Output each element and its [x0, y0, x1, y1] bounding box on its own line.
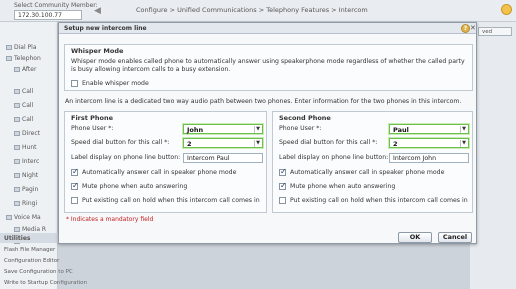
tree-item[interactable]: Voice Ma: [6, 214, 41, 221]
utility-configuration-editor[interactable]: Configuration Editor: [4, 258, 59, 264]
first-phone-speed-label: Speed dial button for this call *:: [71, 139, 170, 146]
tree-folder-icon: [14, 201, 20, 206]
dropdown-arrow-icon: ▼: [460, 140, 467, 147]
tree-item[interactable]: Call: [14, 88, 33, 95]
second-phone-auto-answer-label: Automatically answer call in speaker pho…: [290, 169, 445, 176]
background-status-pill: ved: [478, 27, 512, 36]
tree-folder-icon: [6, 215, 12, 220]
second-phone-speed-label: Speed dial button for this call *:: [279, 139, 378, 146]
first-phone-mute-label: Mute phone when auto answering: [82, 183, 188, 190]
first-phone-display-input[interactable]: Intercom Paul: [183, 153, 263, 163]
second-phone-mute-checkbox[interactable]: [279, 181, 287, 190]
first-phone-speed-select[interactable]: 2 ▼: [183, 138, 263, 148]
tree-folder-icon: [14, 131, 20, 136]
second-phone-user-label: Phone User *:: [279, 125, 322, 132]
tree-item[interactable]: Pagin: [14, 186, 38, 193]
breadcrumb: Configure > Unified Communications > Tel…: [136, 6, 368, 14]
community-select[interactable]: 172.30.100.77: [14, 10, 82, 20]
second-phone-display-label: Label display on phone line button:: [279, 154, 389, 161]
first-phone-display-label: Label display on phone line button:: [71, 154, 181, 161]
tree-item[interactable]: Dial Pla: [6, 44, 37, 51]
second-phone-display-input[interactable]: Intercom John: [389, 153, 469, 163]
second-phone-speed-select[interactable]: 2 ▼: [389, 138, 469, 148]
first-phone-auto-answer-checkbox[interactable]: [71, 167, 79, 176]
tree-folder-icon: [14, 103, 20, 108]
dropdown-arrow-icon: ▼: [254, 140, 261, 147]
ok-button[interactable]: OK: [398, 232, 432, 243]
tree-folder-icon: [14, 159, 20, 164]
mandatory-field-note: * Indicates a mandatory field: [66, 216, 154, 223]
tree-folder-icon: [14, 187, 20, 192]
back-arrow-icon[interactable]: ◀: [94, 6, 106, 16]
utilities-header: Utilities: [0, 233, 58, 243]
tree-folder-icon: [6, 56, 12, 61]
top-bar: Select Community Member: 172.30.100.77 ◀…: [0, 0, 516, 22]
cancel-button[interactable]: Cancel: [438, 232, 472, 243]
close-icon[interactable]: ✕: [470, 23, 477, 33]
tree-folder-icon: [14, 145, 20, 150]
tree-folder-icon: [14, 173, 20, 178]
enable-whisper-checkbox[interactable]: [71, 80, 78, 87]
second-phone-hold-checkbox[interactable]: [279, 197, 286, 204]
tree-folder-icon: [14, 67, 20, 72]
intercom-intro-text: An intercom line is a dedicated two way …: [65, 98, 462, 105]
first-phone-mute-checkbox[interactable]: [71, 181, 79, 190]
second-phone-hold-label: Put existing call on hold when this inte…: [290, 197, 468, 204]
tree-item[interactable]: Direct: [14, 130, 40, 137]
intercom-dialog: Setup new intercom line ? ✕ Whisper Mode…: [58, 22, 477, 244]
second-phone-user-select[interactable]: Paul ▼: [389, 124, 469, 134]
second-phone-group: Second Phone Phone User *: Paul ▼ Speed d…: [272, 111, 473, 213]
first-phone-user-label: Phone User *:: [71, 125, 114, 132]
dropdown-arrow-icon: ▼: [460, 126, 467, 133]
tree-folder-icon: [14, 117, 20, 122]
second-phone-title: Second Phone: [279, 114, 331, 122]
first-phone-title: First Phone: [71, 114, 114, 122]
tree-item[interactable]: Ringi: [14, 200, 37, 207]
tree-item[interactable]: After: [14, 66, 36, 73]
first-phone-user-select[interactable]: John ▼: [183, 124, 263, 134]
whisper-mode-title: Whisper Mode: [71, 47, 124, 55]
whisper-mode-group: Whisper Mode Whisper mode enables called…: [64, 44, 473, 91]
tree-folder-icon: [6, 45, 12, 50]
utility-flash-file-manager[interactable]: Flash File Manager: [4, 247, 55, 253]
dropdown-arrow-icon: ▼: [254, 126, 261, 133]
tree-item[interactable]: Telephon: [6, 55, 41, 62]
tree-item[interactable]: Hunt: [14, 144, 36, 151]
community-label: Select Community Member:: [14, 2, 98, 9]
tree-item[interactable]: Call: [14, 102, 33, 109]
first-phone-auto-answer-label: Automatically answer call in speaker pho…: [82, 169, 237, 176]
tree-item[interactable]: Media R: [14, 226, 46, 233]
tree-folder-icon: [14, 89, 20, 94]
first-phone-group: First Phone Phone User *: John ▼ Speed di…: [64, 111, 267, 213]
tree-folder-icon: [14, 227, 20, 232]
tree-item[interactable]: Interc: [14, 158, 39, 165]
enable-whisper-label: Enable whisper mode: [82, 80, 149, 87]
tree-item[interactable]: Night: [14, 172, 38, 179]
tree-item[interactable]: Call: [14, 116, 33, 123]
first-phone-hold-checkbox[interactable]: [71, 197, 78, 204]
help-icon[interactable]: ?: [461, 24, 470, 33]
first-phone-hold-label: Put existing call on hold when this inte…: [82, 197, 260, 204]
whisper-description: Whisper mode enables called phone to aut…: [71, 58, 465, 73]
second-phone-auto-answer-checkbox[interactable]: [279, 167, 287, 176]
second-phone-mute-label: Mute phone when auto answering: [290, 183, 396, 190]
dialog-title: Setup new intercom line: [59, 23, 476, 34]
help-icon[interactable]: [501, 4, 512, 15]
